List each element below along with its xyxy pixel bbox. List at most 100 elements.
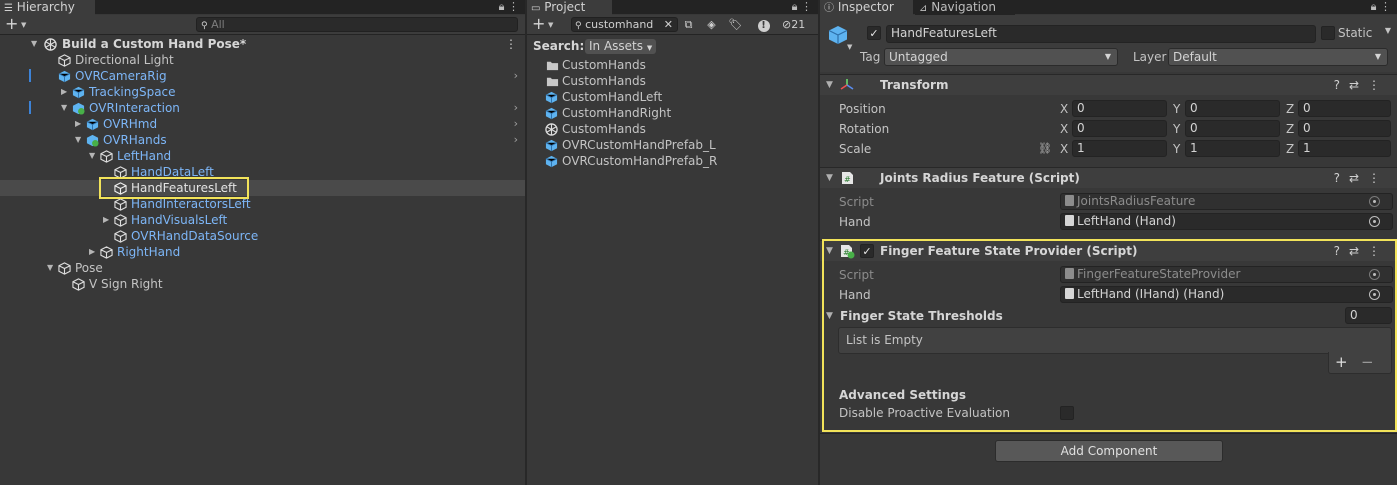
warning-icon[interactable]: ! xyxy=(755,17,772,32)
position-z-field[interactable]: 0 xyxy=(1298,100,1391,117)
layer-dropdown[interactable]: Default ▼ xyxy=(1168,48,1388,66)
clear-search-icon[interactable]: ✕ xyxy=(664,18,673,31)
hierarchy-row-scene[interactable]: ▼ Build a Custom Hand Pose* ⋮ xyxy=(0,36,525,52)
kebab-menu-icon[interactable]: ⋮ xyxy=(508,0,519,13)
hierarchy-row[interactable]: HandDataLeft xyxy=(0,164,525,180)
scale-z-field[interactable]: 1 xyxy=(1298,140,1391,157)
add-element-button[interactable]: + xyxy=(1335,352,1348,372)
static-dropdown-chevron-icon[interactable]: ▼ xyxy=(1385,26,1391,35)
filter-by-label-icon[interactable]: 🏷︎ xyxy=(727,17,744,32)
project-item[interactable]: OVRCustomHandPrefab_L xyxy=(527,137,818,153)
expand-arrow-icon[interactable]: ▼ xyxy=(826,80,833,90)
kebab-menu-icon[interactable]: ⋮ xyxy=(801,0,812,13)
gameobject-large-icon[interactable] xyxy=(827,24,849,46)
constrain-proportions-link-icon[interactable]: ⛓︎ xyxy=(1038,142,1052,155)
tab-project[interactable]: ▭ Project xyxy=(527,0,612,15)
create-asset-button[interactable]: + xyxy=(532,16,545,32)
kebab-menu-icon[interactable]: ⋮ xyxy=(1368,244,1389,258)
lock-icon[interactable]: 🔒︎ xyxy=(792,0,798,13)
create-dropdown-chevron-icon[interactable]: ▼ xyxy=(548,21,553,29)
tab-hierarchy[interactable]: ☰ Hierarchy xyxy=(0,0,95,15)
position-y-field[interactable]: 0 xyxy=(1185,100,1280,117)
hierarchy-row[interactable]: ▼ Pose xyxy=(0,260,525,276)
help-icon[interactable]: ? xyxy=(1334,244,1349,258)
expand-arrow-icon[interactable]: ▼ xyxy=(75,132,81,148)
component-header-buttons[interactable]: ?⇄⋮ xyxy=(1334,78,1389,92)
axis-y-label[interactable]: Y xyxy=(1173,101,1180,118)
hierarchy-row[interactable]: ▼ OVRHands › xyxy=(0,132,525,148)
component-header-buttons[interactable]: ?⇄⋮ xyxy=(1334,171,1389,185)
project-item[interactable]: CustomHandRight xyxy=(527,105,818,121)
kebab-menu-icon[interactable]: ⋮ xyxy=(1380,0,1391,13)
lock-icon[interactable]: 🔒︎ xyxy=(499,0,505,13)
hierarchy-row[interactable]: ▼ OVRInteraction › xyxy=(0,100,525,116)
scale-y-field[interactable]: 1 xyxy=(1185,140,1280,157)
hierarchy-tab-controls[interactable]: 🔒︎ ⋮ xyxy=(499,0,519,13)
scale-x-field[interactable]: 1 xyxy=(1072,140,1167,157)
hierarchy-row[interactable]: ▶ RightHand xyxy=(0,244,525,260)
project-item[interactable]: CustomHands xyxy=(527,57,818,73)
hierarchy-row[interactable]: HandInteractorsLeft xyxy=(0,196,525,212)
thresholds-size-field[interactable]: 0 xyxy=(1345,307,1392,324)
create-button[interactable]: + xyxy=(5,16,18,32)
collapse-arrow-icon[interactable]: ▶ xyxy=(89,244,95,260)
expand-arrow-icon[interactable]: ▼ xyxy=(826,311,833,321)
hierarchy-row[interactable]: ▶ OVRHmd › xyxy=(0,116,525,132)
expand-arrow-icon[interactable]: ▼ xyxy=(826,173,833,183)
component-header-buttons[interactable]: ?⇄⋮ xyxy=(1334,244,1389,258)
help-icon[interactable]: ? xyxy=(1334,171,1349,185)
preset-icon[interactable]: ⇄ xyxy=(1349,171,1368,185)
help-icon[interactable]: ? xyxy=(1334,78,1349,92)
tab-navigation[interactable]: ⊿ Navigation xyxy=(915,0,1015,15)
expand-arrow-icon[interactable]: ▼ xyxy=(47,260,53,276)
joints-radius-header[interactable]: ▼ # Joints Radius Feature (Script) ?⇄⋮ xyxy=(820,167,1397,188)
chevron-right-icon[interactable]: › xyxy=(514,116,518,132)
hierarchy-row[interactable]: OVRCameraRig › xyxy=(0,68,525,84)
axis-x-label[interactable]: X xyxy=(1060,121,1068,138)
project-item[interactable]: CustomHandLeft xyxy=(527,89,818,105)
expand-arrow-icon[interactable]: ▼ xyxy=(31,36,37,52)
project-item[interactable]: OVRCustomHandPrefab_R xyxy=(527,153,818,169)
axis-z-label[interactable]: Z xyxy=(1286,121,1294,138)
search-window-icon[interactable]: ⧉ xyxy=(680,17,697,32)
collapse-arrow-icon[interactable]: ▶ xyxy=(103,212,109,228)
position-x-field[interactable]: 0 xyxy=(1072,100,1167,117)
hierarchy-row[interactable]: Directional Light xyxy=(0,52,525,68)
hidden-packages-toggle[interactable]: ⊘21 xyxy=(782,17,814,32)
create-dropdown-chevron-icon[interactable]: ▼ xyxy=(21,21,26,29)
rotation-z-field[interactable]: 0 xyxy=(1298,120,1391,137)
rotation-y-field[interactable]: 0 xyxy=(1185,120,1280,137)
icon-dropdown-chevron-icon[interactable]: ▼ xyxy=(847,43,852,51)
hierarchy-row[interactable]: V Sign Right xyxy=(0,276,525,292)
hand-field[interactable]: LeftHand (Hand) xyxy=(1060,213,1393,230)
tag-dropdown[interactable]: Untagged ▼ xyxy=(884,48,1118,66)
filter-by-type-icon[interactable]: ◈ xyxy=(703,17,720,32)
chevron-right-icon[interactable]: › xyxy=(514,68,518,84)
project-item[interactable]: CustomHands xyxy=(527,73,818,89)
preset-icon[interactable]: ⇄ xyxy=(1349,78,1368,92)
object-picker-icon[interactable] xyxy=(1369,216,1380,227)
hand-field[interactable]: LeftHand (IHand) (Hand) xyxy=(1060,286,1393,303)
object-name-field[interactable]: HandFeaturesLeft xyxy=(886,25,1316,43)
lock-icon[interactable]: 🔒︎ xyxy=(1371,0,1377,13)
expand-arrow-icon[interactable]: ▼ xyxy=(61,100,67,116)
rotation-x-field[interactable]: 0 xyxy=(1072,120,1167,137)
hierarchy-row[interactable]: ▶ HandVisualsLeft xyxy=(0,212,525,228)
collapse-arrow-icon[interactable]: ▶ xyxy=(61,84,67,100)
hierarchy-row[interactable]: OVRHandDataSource xyxy=(0,228,525,244)
chevron-right-icon[interactable]: › xyxy=(514,100,518,116)
axis-z-label[interactable]: Z xyxy=(1286,141,1294,158)
disable-proactive-checkbox[interactable] xyxy=(1060,406,1074,420)
expand-arrow-icon[interactable]: ▼ xyxy=(89,148,95,164)
finger-feature-header[interactable]: ▼ # ✓ Finger Feature State Provider (Scr… xyxy=(820,240,1397,261)
axis-z-label[interactable]: Z xyxy=(1286,101,1294,118)
transform-header[interactable]: ▼ Transform ?⇄⋮ xyxy=(820,74,1397,95)
project-tab-controls[interactable]: 🔒︎ ⋮ xyxy=(792,0,812,13)
inspector-tab-controls[interactable]: 🔒︎ ⋮ xyxy=(1371,0,1391,13)
collapse-arrow-icon[interactable]: ▶ xyxy=(75,116,81,132)
search-scope-in-assets[interactable]: In Assets ▼ xyxy=(585,39,657,54)
thresholds-label[interactable]: Finger State Thresholds xyxy=(840,308,1003,325)
component-enabled-checkbox[interactable]: ✓ xyxy=(860,244,874,258)
chevron-right-icon[interactable]: › xyxy=(514,132,518,148)
axis-y-label[interactable]: Y xyxy=(1173,121,1180,138)
